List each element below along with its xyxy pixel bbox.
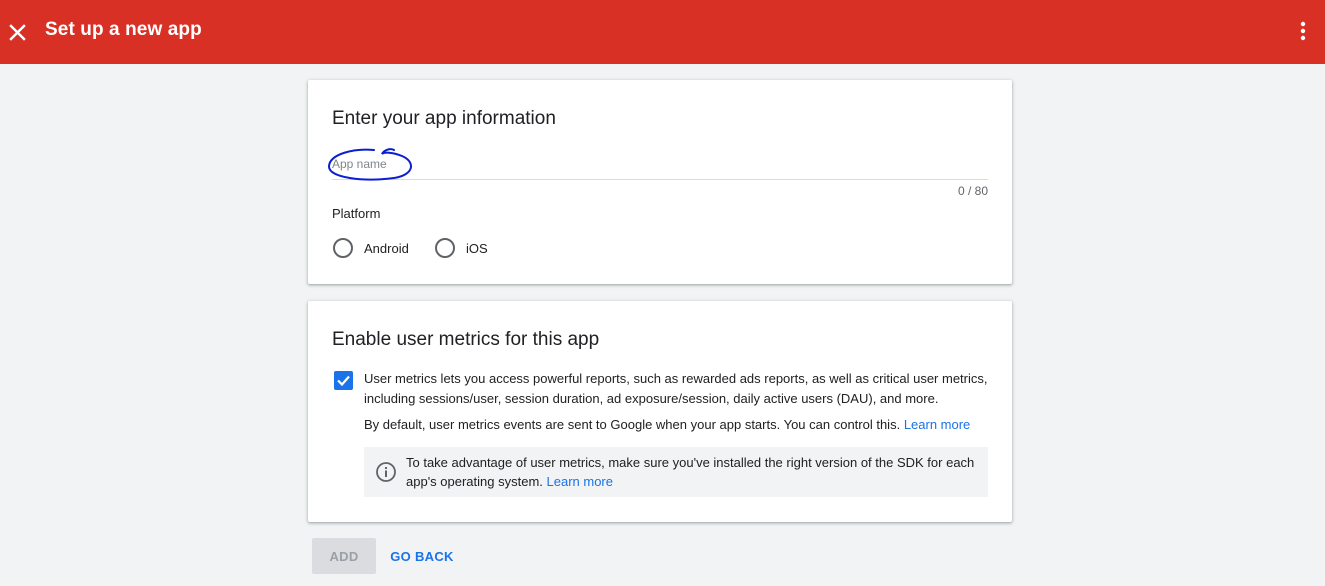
sdk-info-message: To take advantage of user metrics, make … <box>406 455 975 489</box>
user-metrics-card: Enable user metrics for this app User me… <box>308 301 1012 522</box>
more-vert-icon[interactable] <box>1294 20 1312 42</box>
platform-label: Platform <box>332 206 381 221</box>
add-button[interactable]: ADD <box>312 538 376 574</box>
default-note: By default, user metrics events are sent… <box>364 415 994 435</box>
go-back-button[interactable]: GO BACK <box>385 538 459 574</box>
app-name-input[interactable]: App name <box>328 148 988 181</box>
radio-label-android: Android <box>364 240 409 256</box>
user-metrics-description: User metrics lets you access powerful re… <box>364 371 988 406</box>
app-info-title: Enter your app information <box>332 108 556 129</box>
app-name-placeholder: App name <box>332 157 387 171</box>
close-icon[interactable] <box>8 20 28 44</box>
platform-radio-ios[interactable]: iOS <box>435 238 488 258</box>
platform-radio-android[interactable]: Android <box>333 238 409 258</box>
user-metrics-title: Enable user metrics for this app <box>332 329 600 350</box>
radio-button-ios[interactable] <box>435 238 455 258</box>
radio-button-android[interactable] <box>333 238 353 258</box>
sdk-info-box: To take advantage of user metrics, make … <box>364 447 988 497</box>
radio-label-ios: iOS <box>466 240 488 256</box>
default-note-text: By default, user metrics events are sent… <box>364 417 901 432</box>
checkmark-icon <box>337 375 350 387</box>
learn-more-link[interactable]: Learn more <box>904 417 970 432</box>
sdk-info-text: To take advantage of user metrics, make … <box>406 453 976 491</box>
info-icon <box>375 461 397 483</box>
app-info-card: Enter your app information App name 0 / … <box>308 80 1012 284</box>
page-title: Set up a new app <box>45 19 202 40</box>
user-metrics-checkbox[interactable] <box>334 371 353 390</box>
char-counter: 0 / 80 <box>957 184 988 198</box>
sdk-learn-more-link[interactable]: Learn more <box>547 474 613 489</box>
top-app-bar: Set up a new app <box>0 0 1325 64</box>
